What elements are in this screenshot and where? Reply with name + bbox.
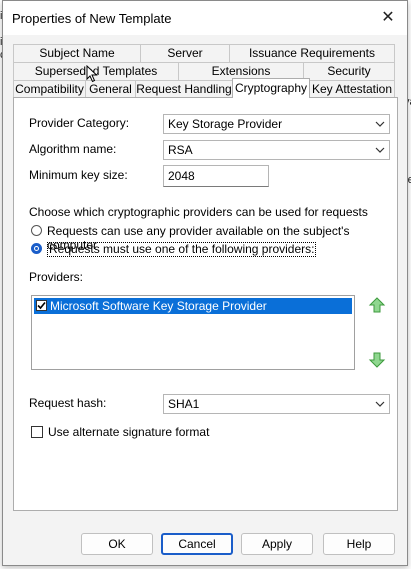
tab-security[interactable]: Security <box>303 62 395 80</box>
move-down-button[interactable] <box>366 351 388 373</box>
up-arrow-icon <box>368 297 386 313</box>
radio-any-provider[interactable] <box>31 225 42 236</box>
tab-request-handling[interactable]: Request Handling <box>135 80 233 98</box>
algorithm-name-label: Algorithm name: <box>29 142 117 156</box>
provider-category-value: Key Storage Provider <box>168 117 283 131</box>
tabs-row-2: Superseded Templates Extensions Security <box>13 62 395 80</box>
down-arrow-icon <box>368 352 386 368</box>
request-hash-value: SHA1 <box>168 397 200 411</box>
tab-server[interactable]: Server <box>140 44 230 62</box>
request-hash-dropdown[interactable]: SHA1 <box>163 394 390 414</box>
apply-button[interactable]: Apply <box>241 533 313 555</box>
tab-subject-name[interactable]: Subject Name <box>13 44 141 62</box>
chevron-down-icon <box>375 395 385 420</box>
provider-category-dropdown[interactable]: Key Storage Provider <box>163 114 390 134</box>
move-up-button[interactable] <box>366 296 388 318</box>
tab-key-attestation[interactable]: Key Attestation <box>309 80 395 98</box>
ok-button[interactable]: OK <box>81 533 153 555</box>
close-icon[interactable]: ✕ <box>375 7 401 29</box>
dialog-title: Properties of New Template <box>12 11 172 26</box>
algorithm-name-value: RSA <box>168 143 193 157</box>
algorithm-name-dropdown[interactable]: RSA <box>163 140 390 160</box>
tabs-row-3: Compatibility General Request Handling C… <box>13 78 395 98</box>
cancel-button[interactable]: Cancel <box>161 533 233 555</box>
properties-dialog: Properties of New Template ✕ Subject Nam… <box>2 0 408 566</box>
mouse-cursor-icon <box>86 65 98 83</box>
alternate-signature-label[interactable]: Use alternate signature format <box>48 425 209 439</box>
title-bar: Properties of New Template ✕ <box>3 1 407 35</box>
alternate-signature-checkbox[interactable] <box>31 426 43 438</box>
providers-list[interactable]: Microsoft Software Key Storage Provider <box>31 295 355 370</box>
provider-category-label: Provider Category: <box>29 116 130 130</box>
provider-checkbox[interactable] <box>36 300 47 311</box>
tab-compatibility[interactable]: Compatibility <box>13 80 86 98</box>
radio-following-providers[interactable] <box>31 243 42 254</box>
list-item[interactable]: Microsoft Software Key Storage Provider <box>34 298 352 314</box>
chevron-down-icon <box>375 141 385 166</box>
chevron-down-icon <box>375 115 385 140</box>
cryptography-panel: Provider Category: Key Storage Provider … <box>13 97 398 511</box>
radio-following-providers-label[interactable]: Requests must use one of the following p… <box>47 242 317 257</box>
minimum-key-size-input[interactable]: 2048 <box>163 165 269 187</box>
providers-label: Providers: <box>29 270 84 284</box>
tab-cryptography[interactable]: Cryptography <box>232 78 310 98</box>
request-hash-label: Request hash: <box>29 396 107 410</box>
help-button[interactable]: Help <box>323 533 395 555</box>
tab-issuance-requirements[interactable]: Issuance Requirements <box>229 44 395 62</box>
tabs-row-1: Subject Name Server Issuance Requirement… <box>13 44 395 62</box>
provider-name: Microsoft Software Key Storage Provider <box>50 299 267 313</box>
choose-providers-label: Choose which cryptographic providers can… <box>29 205 368 219</box>
minimum-key-size-label: Minimum key size: <box>29 168 128 182</box>
